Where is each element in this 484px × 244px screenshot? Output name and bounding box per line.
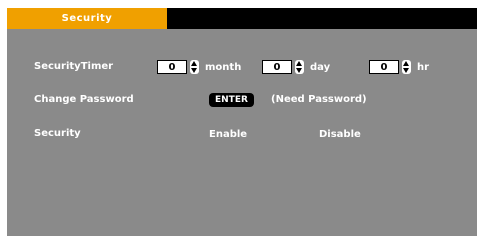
hour-value[interactable]: 0 <box>369 60 399 74</box>
disable-option[interactable]: Disable <box>319 129 361 140</box>
enable-option[interactable]: Enable <box>209 129 247 140</box>
hour-stepper[interactable]: 0 hr <box>369 60 429 74</box>
day-value[interactable]: 0 <box>262 60 292 74</box>
up-arrow-icon[interactable] <box>296 61 302 66</box>
up-arrow-icon[interactable] <box>403 61 409 66</box>
menu-header-bar: Security <box>7 8 477 29</box>
month-unit-label: month <box>205 61 242 73</box>
down-arrow-icon[interactable] <box>296 68 302 73</box>
osd-menu-panel: Security SecurityTimer 0 month 0 day 0 h… <box>7 8 477 236</box>
month-stepper[interactable]: 0 month <box>157 60 241 74</box>
need-password-note: (Need Password) <box>271 94 367 105</box>
month-spin-arrows[interactable] <box>190 60 199 74</box>
security-timer-label: SecurityTimer <box>34 61 114 72</box>
day-unit-label: day <box>310 61 331 73</box>
month-value[interactable]: 0 <box>157 60 187 74</box>
hour-unit-label: hr <box>417 61 430 73</box>
security-label: Security <box>34 128 81 139</box>
enter-button[interactable]: ENTER <box>209 93 254 107</box>
tab-security[interactable]: Security <box>7 8 167 29</box>
day-spin-arrows[interactable] <box>295 60 304 74</box>
down-arrow-icon[interactable] <box>403 68 409 73</box>
hour-spin-arrows[interactable] <box>402 60 411 74</box>
day-stepper[interactable]: 0 day <box>262 60 330 74</box>
up-arrow-icon[interactable] <box>191 61 197 66</box>
change-password-label: Change Password <box>34 94 134 105</box>
down-arrow-icon[interactable] <box>191 68 197 73</box>
